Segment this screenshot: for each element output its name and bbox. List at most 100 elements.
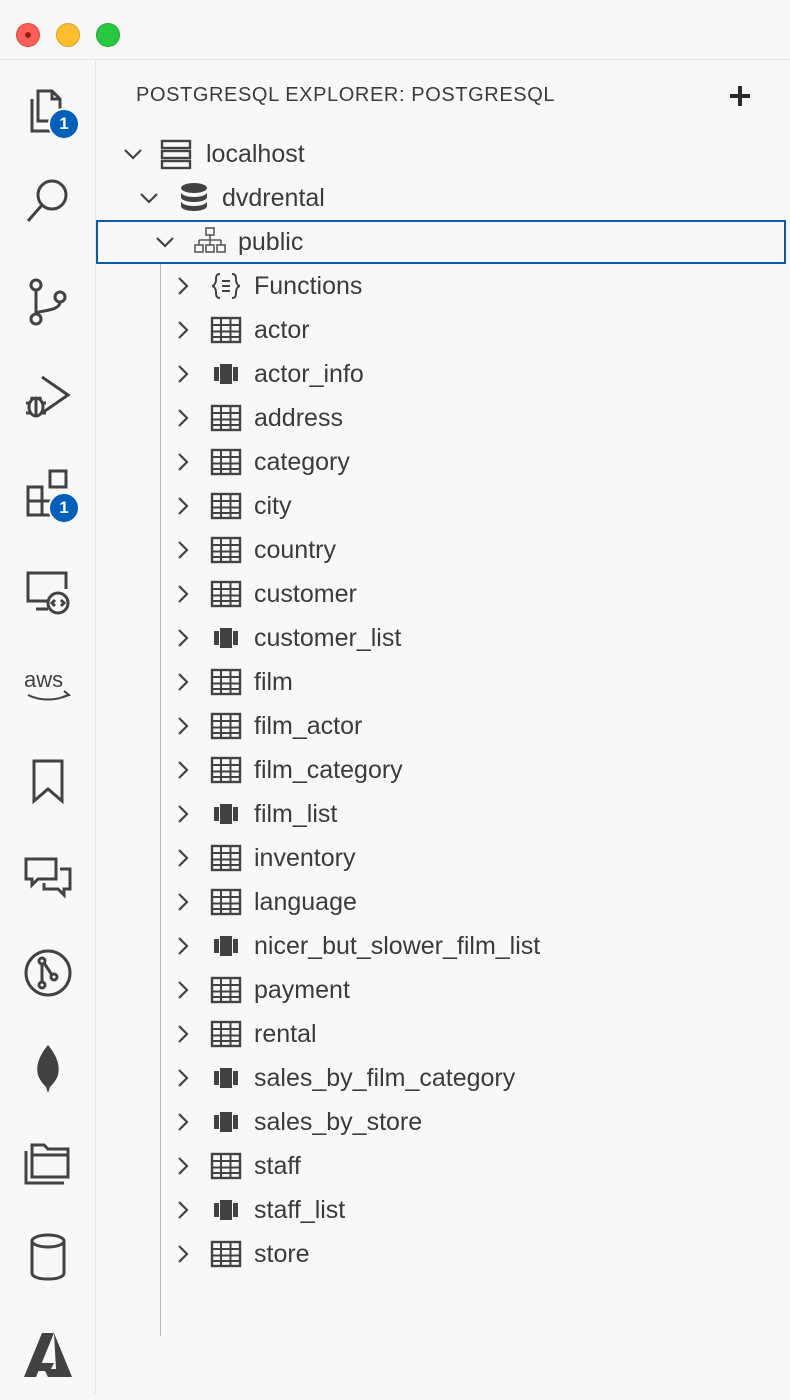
- activity-bar: 1 1 aws: [0, 60, 96, 1394]
- search-button[interactable]: [0, 156, 95, 246]
- table-icon: [210, 976, 242, 1004]
- view-icon: [214, 1068, 238, 1088]
- chevron-right-icon[interactable]: [172, 1023, 194, 1045]
- table-icon: [210, 888, 242, 916]
- remote-explorer-icon: [26, 571, 69, 615]
- chevron-down-icon[interactable]: [138, 187, 160, 209]
- tree-item-table[interactable]: category: [96, 440, 786, 484]
- chevron-right-icon[interactable]: [172, 407, 194, 429]
- run-debug-button[interactable]: [0, 352, 95, 442]
- tree-item-table[interactable]: actor: [96, 308, 786, 352]
- tree-item-view[interactable]: customer_list: [96, 616, 786, 660]
- tree-item-schema[interactable]: public: [96, 220, 786, 264]
- chevron-right-icon[interactable]: [172, 1067, 194, 1089]
- chevron-right-icon[interactable]: [172, 891, 194, 913]
- tree-item-table[interactable]: film_actor: [96, 704, 786, 748]
- view-icon: [214, 1200, 238, 1220]
- tree-item-table[interactable]: inventory: [96, 836, 786, 880]
- tree-item-table[interactable]: film_category: [96, 748, 786, 792]
- tree-item-label: film_category: [254, 755, 403, 784]
- chevron-right-icon[interactable]: [172, 451, 194, 473]
- tree-item-view[interactable]: sales_by_film_category: [96, 1056, 786, 1100]
- chevron-right-icon[interactable]: [172, 715, 194, 737]
- tree-item-view[interactable]: film_list: [96, 792, 786, 836]
- chevron-right-icon[interactable]: [172, 803, 194, 825]
- comments-button[interactable]: [0, 832, 95, 922]
- table-icon: [210, 756, 242, 784]
- tree-item-view[interactable]: sales_by_store: [96, 1100, 786, 1144]
- server-label: localhost: [206, 139, 305, 168]
- chevron-right-icon[interactable]: [172, 275, 194, 297]
- azure-button[interactable]: [0, 1310, 95, 1400]
- chevron-right-icon[interactable]: [172, 1155, 194, 1177]
- tree-item-view[interactable]: actor_info: [96, 352, 786, 396]
- tree-item-table[interactable]: city: [96, 484, 786, 528]
- remote-explorer-button[interactable]: [0, 546, 95, 636]
- tree-item-label: payment: [254, 975, 350, 1004]
- tree-item-server[interactable]: localhost: [96, 132, 786, 176]
- comments-icon: [24, 857, 71, 899]
- tree-item-label: store: [254, 1239, 310, 1268]
- minimize-window-button[interactable]: [56, 23, 80, 47]
- postgresql-explorer-panel: POSTGRESQL EXPLORER: POSTGRESQL localhos…: [96, 60, 790, 1394]
- chevron-down-icon[interactable]: [122, 143, 144, 165]
- chevron-right-icon[interactable]: [172, 583, 194, 605]
- source-control-button[interactable]: [0, 256, 95, 346]
- maximize-window-button[interactable]: [96, 23, 120, 47]
- tree-item-label: film_actor: [254, 711, 363, 740]
- chevron-right-icon[interactable]: [172, 671, 194, 693]
- tree-item-view[interactable]: staff_list: [96, 1188, 786, 1232]
- database-button[interactable]: [0, 1212, 95, 1302]
- chevron-right-icon[interactable]: [172, 495, 194, 517]
- mongodb-button[interactable]: [0, 1024, 95, 1114]
- tree-item-table[interactable]: film: [96, 660, 786, 704]
- tree-item-label: customer_list: [254, 623, 402, 652]
- bookmarks-button[interactable]: [0, 736, 95, 826]
- chevron-right-icon[interactable]: [172, 539, 194, 561]
- table-icon: [210, 712, 242, 740]
- tree-item-label: actor: [254, 315, 310, 344]
- chevron-right-icon[interactable]: [172, 759, 194, 781]
- chevron-right-icon[interactable]: [172, 363, 194, 385]
- tree-item-table[interactable]: staff: [96, 1144, 786, 1188]
- git-pull-request-icon: [24, 949, 71, 997]
- close-window-button[interactable]: [16, 23, 40, 47]
- chevron-right-icon[interactable]: [172, 935, 194, 957]
- tree-item-table[interactable]: language: [96, 880, 786, 924]
- function-icon: [211, 273, 241, 299]
- chevron-right-icon[interactable]: [172, 979, 194, 1001]
- chevron-right-icon[interactable]: [172, 627, 194, 649]
- tree-item-table[interactable]: store: [96, 1232, 786, 1276]
- tree-item-label: actor_info: [254, 359, 364, 388]
- aws-button[interactable]: aws: [0, 638, 95, 728]
- chevron-right-icon[interactable]: [172, 1199, 194, 1221]
- add-connection-icon[interactable]: [728, 84, 752, 108]
- extensions-button[interactable]: [0, 448, 95, 538]
- chevron-down-icon[interactable]: [154, 231, 176, 253]
- chevron-right-icon[interactable]: [172, 1111, 194, 1133]
- tree-item-label: staff: [254, 1151, 301, 1180]
- view-icon: [214, 936, 238, 956]
- tree-item-label: staff_list: [254, 1195, 346, 1224]
- table-icon: [210, 404, 242, 432]
- pull-requests-button[interactable]: [0, 928, 95, 1018]
- tree-item-label: customer: [254, 579, 357, 608]
- tree-item-table[interactable]: customer: [96, 572, 786, 616]
- tree-item-table[interactable]: country: [96, 528, 786, 572]
- tree-item-table[interactable]: payment: [96, 968, 786, 1012]
- extensions-badge: 1: [48, 492, 80, 524]
- tree-item-database[interactable]: dvdrental: [96, 176, 786, 220]
- chevron-right-icon[interactable]: [172, 847, 194, 869]
- tree-item-table[interactable]: address: [96, 396, 786, 440]
- tree-item-table[interactable]: rental: [96, 1012, 786, 1056]
- chevron-right-icon[interactable]: [172, 319, 194, 341]
- database-icon: [181, 183, 207, 211]
- tree-item-label: language: [254, 887, 357, 916]
- explorer-button[interactable]: [0, 66, 95, 156]
- azure-icon: [23, 1333, 72, 1377]
- chevron-right-icon[interactable]: [172, 1243, 194, 1265]
- tree-item-view[interactable]: nicer_but_slower_film_list: [96, 924, 786, 968]
- view-icon: [214, 364, 238, 384]
- tree-item-function[interactable]: Functions: [96, 264, 786, 308]
- project-manager-button[interactable]: [0, 1118, 95, 1208]
